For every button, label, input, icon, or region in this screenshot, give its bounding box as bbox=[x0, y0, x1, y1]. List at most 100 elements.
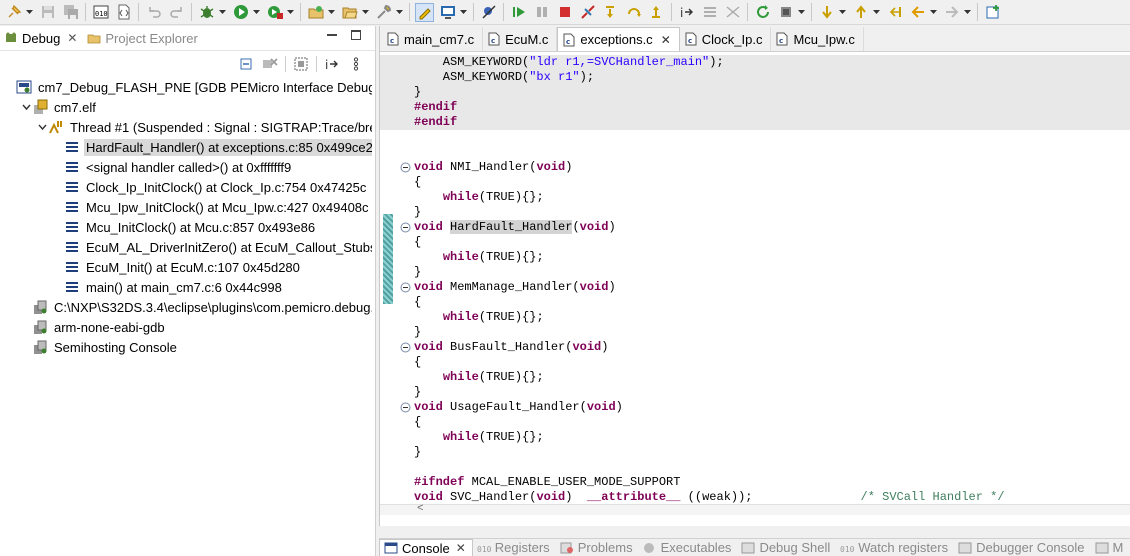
suspend-icon[interactable] bbox=[532, 3, 551, 22]
external-tools-icon[interactable] bbox=[265, 3, 284, 22]
chevron-down-icon[interactable] bbox=[25, 3, 33, 22]
tree-item[interactable]: main() at main_cm7.c:6 0x44c998 bbox=[0, 277, 372, 297]
code-line: } bbox=[414, 325, 422, 339]
step-over-icon[interactable] bbox=[624, 3, 643, 22]
last-edit-icon[interactable] bbox=[885, 3, 904, 22]
chevron-down-icon[interactable] bbox=[252, 3, 260, 22]
tab-debug[interactable]: Debug ✕ bbox=[0, 26, 83, 51]
highlight-pen-icon[interactable] bbox=[415, 2, 434, 22]
close-icon[interactable]: ✕ bbox=[456, 541, 466, 555]
skip-breakpoints-icon[interactable] bbox=[479, 3, 498, 22]
tab-project-explorer[interactable]: Project Explorer bbox=[83, 26, 203, 51]
forward-icon[interactable] bbox=[942, 3, 961, 22]
chevron-down-icon[interactable] bbox=[929, 3, 937, 22]
chevron-down-icon[interactable] bbox=[36, 124, 48, 131]
step-return-icon[interactable] bbox=[647, 3, 666, 22]
scroll-left-icon[interactable]: < bbox=[417, 503, 424, 515]
run-icon[interactable] bbox=[231, 3, 250, 22]
editor-tab[interactable]: c main_cm7.c bbox=[382, 27, 484, 51]
tree-item[interactable]: EcuM_Init() at EcuM.c:107 0x45d280 bbox=[0, 257, 372, 277]
chevron-down-icon[interactable] bbox=[286, 3, 294, 22]
save-icon[interactable] bbox=[38, 3, 57, 22]
chevron-down-icon[interactable] bbox=[459, 3, 467, 22]
editor-tab-label: main_cm7.c bbox=[404, 31, 475, 47]
bottom-tab[interactable]: Debugger Console bbox=[954, 539, 1090, 556]
tree-item[interactable]: arm-none-eabi-gdb bbox=[0, 317, 372, 337]
tree-item[interactable]: EcuM_AL_DriverInitZero() at EcuM_Callout… bbox=[0, 237, 372, 257]
horizontal-scrollbar[interactable]: < bbox=[380, 503, 1130, 515]
chevron-down-icon[interactable] bbox=[327, 3, 335, 22]
binary-icon[interactable]: 010 bbox=[91, 3, 110, 22]
minimize-icon[interactable] bbox=[327, 30, 337, 36]
new-project-icon[interactable] bbox=[306, 3, 325, 22]
chevron-down-icon[interactable] bbox=[20, 104, 32, 111]
next-annotation-icon[interactable] bbox=[817, 3, 836, 22]
debug-icon[interactable] bbox=[197, 3, 216, 22]
instruction-stepping-mode-icon[interactable]: i bbox=[323, 55, 341, 73]
tree-item[interactable]: <signal handler called>() at 0xfffffff9 bbox=[0, 157, 372, 177]
open-folder-icon[interactable] bbox=[340, 3, 359, 22]
chevron-down-icon[interactable] bbox=[797, 3, 805, 22]
chevron-down-icon[interactable] bbox=[963, 3, 971, 22]
refresh-icon[interactable] bbox=[753, 3, 772, 22]
tree-item[interactable]: Semihosting Console bbox=[0, 337, 372, 357]
step-into-icon[interactable] bbox=[601, 3, 620, 22]
fold-toggle-icon[interactable] bbox=[400, 162, 411, 173]
bottom-tab[interactable]: Problems bbox=[556, 539, 639, 556]
editor-tab[interactable]: c exceptions.c ✕ bbox=[557, 27, 680, 51]
chevron-down-icon[interactable] bbox=[395, 3, 403, 22]
undo-icon[interactable] bbox=[144, 3, 163, 22]
tree-item[interactable]: cm7.elf bbox=[0, 97, 372, 117]
redo-icon[interactable] bbox=[167, 3, 186, 22]
bottom-tab[interactable]: 010 Registers bbox=[473, 539, 556, 556]
chevron-down-icon[interactable] bbox=[361, 3, 369, 22]
monitor-icon[interactable] bbox=[438, 3, 457, 22]
open-perspective-icon[interactable] bbox=[983, 3, 1002, 22]
use-step-filters-icon[interactable] bbox=[723, 3, 742, 22]
close-icon[interactable]: ✕ bbox=[67, 31, 77, 45]
bottom-tab[interactable]: Console ✕ bbox=[379, 539, 473, 556]
wrench-icon[interactable] bbox=[374, 3, 393, 22]
resume-icon[interactable] bbox=[509, 3, 528, 22]
bottom-tab[interactable]: M bbox=[1091, 539, 1130, 556]
drop-to-frame-icon[interactable] bbox=[700, 3, 719, 22]
maximize-icon[interactable] bbox=[351, 30, 361, 40]
prev-annotation-icon[interactable] bbox=[851, 3, 870, 22]
save-all-icon[interactable] bbox=[61, 3, 80, 22]
disconnect-icon[interactable] bbox=[578, 3, 597, 22]
tree-item[interactable]: C:\NXP\S32DS.3.4\eclipse\plugins\com.pem… bbox=[0, 297, 372, 317]
close-icon[interactable]: ✕ bbox=[661, 33, 671, 47]
code-area[interactable]: void SVC_Handler(void)void SVC_Handler(v… bbox=[380, 53, 1130, 515]
bottom-tab[interactable]: Debug Shell bbox=[737, 539, 836, 556]
tree-item[interactable]: Mcu_InitClock() at Mcu.c:857 0x493e86 bbox=[0, 217, 372, 237]
remove-terminated-icon[interactable] bbox=[261, 55, 279, 73]
fold-toggle-icon[interactable] bbox=[400, 402, 411, 413]
fold-toggle-icon[interactable] bbox=[400, 342, 411, 353]
terminate-icon[interactable] bbox=[555, 3, 574, 22]
fold-toggle-icon[interactable] bbox=[400, 282, 411, 293]
view-menu-icon[interactable] bbox=[347, 55, 365, 73]
chevron-down-icon[interactable] bbox=[838, 3, 846, 22]
pin-icon[interactable] bbox=[4, 3, 23, 22]
tree-item[interactable]: HardFault_Handler() at exceptions.c:85 0… bbox=[0, 137, 372, 157]
instruction-stepping-icon[interactable]: i bbox=[677, 3, 696, 22]
editor-tab[interactable]: c EcuM.c bbox=[483, 27, 558, 51]
chevron-down-icon[interactable] bbox=[872, 3, 880, 22]
file-icon[interactable] bbox=[114, 3, 133, 22]
tree-item[interactable]: Clock_Ip_InitClock() at Clock_Ip.c:754 0… bbox=[0, 177, 372, 197]
editor-tab[interactable]: c Clock_Ip.c bbox=[679, 27, 772, 51]
bottom-tab[interactable]: Executables bbox=[639, 539, 738, 556]
tree-item[interactable]: cm7_Debug_FLASH_PNE [GDB PEMicro Interfa… bbox=[0, 77, 372, 97]
cpu-icon[interactable] bbox=[776, 3, 795, 22]
chevron-down-icon[interactable] bbox=[218, 3, 226, 22]
code-line: } bbox=[380, 85, 1130, 100]
tree-item[interactable]: Thread #1 (Suspended : Signal : SIGTRAP:… bbox=[0, 117, 372, 137]
view-mode-icon[interactable] bbox=[292, 55, 310, 73]
bottom-tab[interactable]: 010 Watch registers bbox=[836, 539, 954, 556]
back-icon[interactable] bbox=[908, 3, 927, 22]
tree-item[interactable]: Mcu_Ipw_InitClock() at Mcu_Ipw.c:427 0x4… bbox=[0, 197, 372, 217]
editor-tab[interactable]: c Mcu_Ipw.c bbox=[771, 27, 864, 51]
collapse-all-icon[interactable] bbox=[237, 55, 255, 73]
memory-icon bbox=[1095, 542, 1109, 554]
fold-toggle-icon[interactable] bbox=[400, 222, 411, 233]
